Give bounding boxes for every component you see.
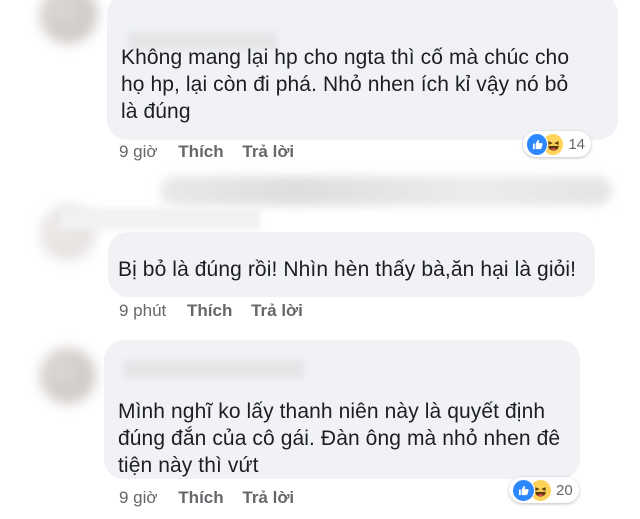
reply-button[interactable]: Trả lời (242, 488, 294, 507)
timestamp[interactable]: 9 giờ (119, 488, 158, 507)
reaction-count: 14 (568, 135, 585, 153)
reaction-summary[interactable]: 14 (523, 131, 591, 157)
reaction-count: 20 (556, 481, 573, 499)
comment-meta: 9 giờ Thích Trả lời (119, 142, 294, 162)
like-icon (512, 478, 535, 502)
comment-meta: 9 giờ Thích Trả lời (119, 488, 294, 508)
timestamp[interactable]: 9 phút (119, 301, 166, 320)
like-button[interactable]: Thích (187, 301, 232, 320)
commenter-name[interactable] (60, 208, 260, 230)
reply-button[interactable]: Trả lời (251, 301, 303, 320)
comment-meta: 9 phút Thích Trả lời (119, 301, 303, 321)
avatar[interactable] (40, 0, 98, 44)
like-icon (526, 132, 549, 156)
comment-bubble: Bị bỏ là đúng rồi! Nhìn hèn thấy bà,ăn h… (60, 208, 595, 297)
commenter-name[interactable] (124, 360, 304, 378)
comment-text: Mình nghĩ ko lấy thanh niên này là quyết… (118, 400, 561, 477)
timestamp[interactable]: 9 giờ (119, 142, 158, 161)
comment-bubble: Không mang lại hp cho ngta thì cố mà chú… (107, 0, 618, 140)
like-button[interactable]: Thích (178, 142, 223, 161)
comment-text: Bị bỏ là đúng rồi! Nhìn hèn thấy bà,ăn h… (118, 258, 577, 281)
reaction-summary[interactable]: 20 (509, 477, 579, 503)
reply-button[interactable]: Trả lời (242, 142, 294, 161)
comment-bubble: Mình nghĩ ko lấy thanh niên này là quyết… (104, 340, 580, 479)
like-button[interactable]: Thích (178, 488, 223, 507)
comment-text: Không mang lại hp cho ngta thì cố mà chú… (121, 46, 570, 123)
hidden-content (160, 176, 612, 206)
avatar[interactable] (40, 348, 96, 404)
